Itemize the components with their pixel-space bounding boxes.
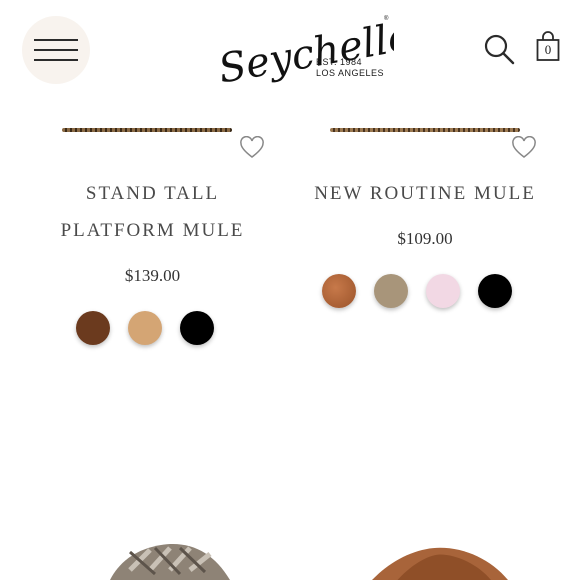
product-image-brown-shoe[interactable]	[360, 546, 520, 580]
hamburger-line	[34, 59, 78, 61]
product-name-line1: NEW ROUTINE MULE	[314, 183, 536, 204]
color-swatch[interactable]	[76, 311, 110, 345]
product-price: $109.00	[397, 229, 453, 248]
product-name-line2: PLATFORM MULE	[60, 220, 245, 241]
product-image-new-routine[interactable]	[330, 128, 520, 132]
product-name-line1: STAND TALL	[85, 183, 220, 204]
product-name[interactable]: STAND TALL PLATFORM MULE	[40, 175, 265, 249]
registered-mark: ®	[384, 15, 389, 22]
product-image-woven-shoe[interactable]	[110, 540, 230, 580]
color-swatch[interactable]	[478, 274, 512, 308]
color-swatch[interactable]	[322, 274, 356, 308]
color-swatch[interactable]	[374, 274, 408, 308]
color-swatch[interactable]	[128, 311, 162, 345]
menu-button[interactable]	[22, 16, 90, 84]
hamburger-line	[34, 49, 78, 51]
color-swatch[interactable]	[426, 274, 460, 308]
product-name[interactable]: NEW ROUTINE MULE	[305, 175, 545, 212]
hamburger-menu-icon	[34, 39, 78, 41]
cart-count: 0	[544, 42, 552, 57]
site-header: Seychelles ® EST. 1984 LOS ANGELES 0	[0, 0, 580, 100]
heart-icon[interactable]	[239, 136, 265, 160]
color-swatch[interactable]	[180, 311, 214, 345]
brand-est: EST. 1984	[316, 57, 363, 67]
search-icon[interactable]	[483, 33, 515, 65]
product-price: $139.00	[124, 266, 181, 285]
shopping-bag-button[interactable]: 0	[536, 31, 560, 63]
product-listing-page: Seychelles ® EST. 1984 LOS ANGELES 0 STA…	[0, 0, 580, 580]
heart-icon[interactable]	[511, 136, 537, 160]
brand-location: LOS ANGELES	[316, 68, 385, 78]
product-image-stand-tall[interactable]	[62, 128, 232, 132]
